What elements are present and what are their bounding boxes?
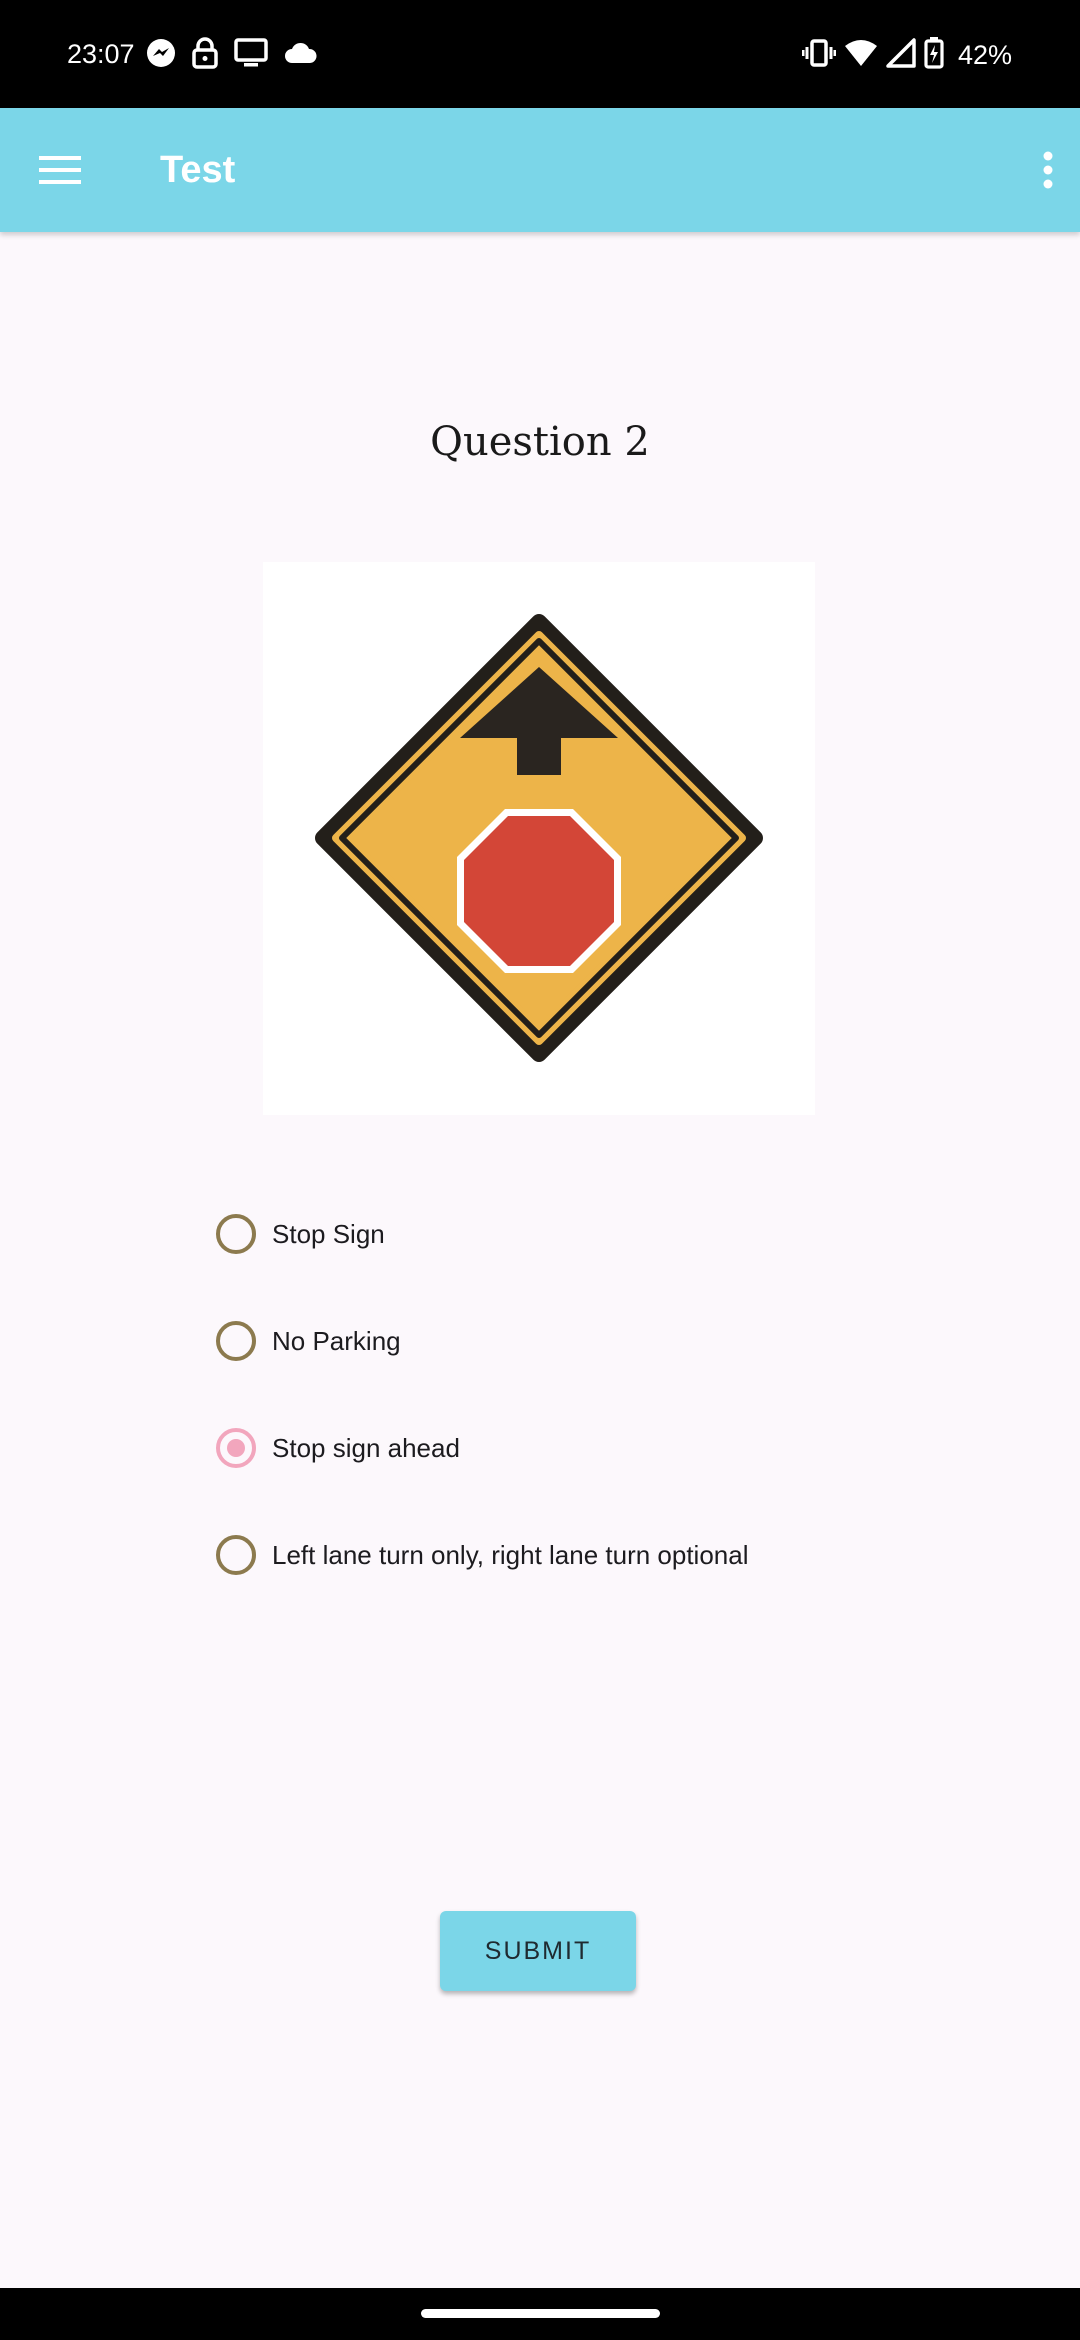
option-label: Stop Sign <box>272 1218 385 1249</box>
status-time: 23:07 <box>67 39 135 69</box>
option-label: Left lane turn only, right lane turn opt… <box>272 1539 749 1570</box>
option-stop-sign-ahead[interactable]: Stop sign ahead <box>216 1416 460 1480</box>
option-label: No Parking <box>272 1325 401 1356</box>
hamburger-menu-icon <box>39 156 81 184</box>
radio-button[interactable] <box>216 1214 256 1254</box>
cloud-icon <box>284 41 318 70</box>
home-gesture-handle[interactable] <box>421 2309 660 2318</box>
status-bar: 23:07 42% <box>0 0 1080 108</box>
menu-button[interactable] <box>28 140 92 200</box>
option-stop-sign[interactable]: Stop Sign <box>216 1202 385 1266</box>
lock-icon <box>192 36 218 74</box>
option-no-parking[interactable]: No Parking <box>216 1309 401 1373</box>
stop-ahead-sign-icon <box>315 614 763 1062</box>
more-vert-icon <box>1043 151 1053 189</box>
notification-icons <box>146 36 318 74</box>
option-label: Stop sign ahead <box>272 1432 460 1463</box>
cast-screen-icon <box>234 37 268 73</box>
battery-charging-icon <box>924 36 944 74</box>
question-title: Question 2 <box>430 419 650 465</box>
app-bar: Test <box>0 108 1080 232</box>
wifi-icon <box>844 38 878 73</box>
radio-button[interactable] <box>216 1535 256 1575</box>
submit-button[interactable]: SUBMIT <box>440 1911 636 1991</box>
radio-button[interactable] <box>216 1321 256 1361</box>
app-title: Test <box>160 149 236 191</box>
option-left-lane-turn[interactable]: Left lane turn only, right lane turn opt… <box>216 1523 749 1587</box>
cellular-signal-icon <box>886 37 916 73</box>
question-sign-image <box>263 562 815 1115</box>
overflow-menu-button[interactable] <box>1030 140 1066 200</box>
vibrate-icon <box>801 38 837 73</box>
battery-percentage: 42% <box>957 40 1012 70</box>
system-icons: 42% <box>801 36 1012 74</box>
radio-button-selected[interactable] <box>216 1428 256 1468</box>
messenger-icon <box>146 38 176 73</box>
navigation-bar <box>0 2288 1080 2340</box>
